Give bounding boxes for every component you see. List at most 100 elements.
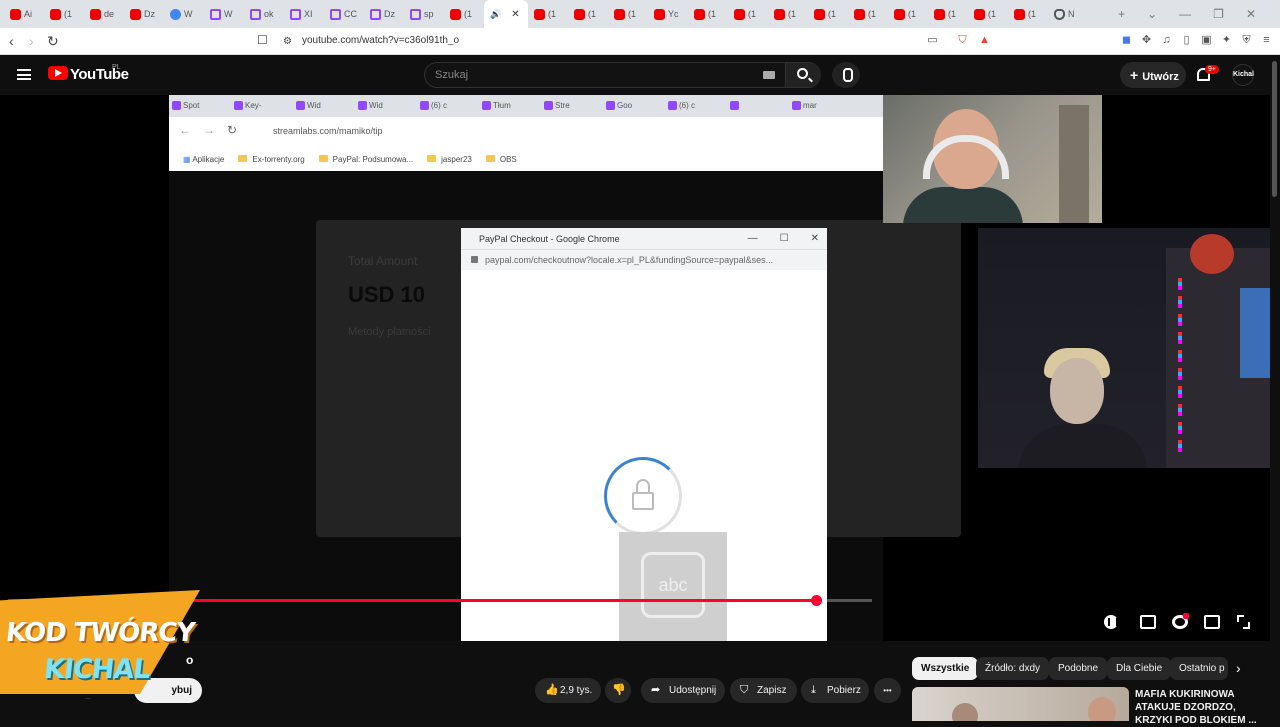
sidebar-icon[interactable]: ▯ [1180, 34, 1193, 47]
browser-tab[interactable]: Dz [124, 0, 164, 28]
browser-tab[interactable]: de [84, 0, 124, 28]
browser-tab[interactable]: Dz [364, 0, 404, 28]
create-button[interactable]: + Utwórz [1120, 62, 1186, 88]
browser-tab[interactable]: Yc [648, 0, 688, 28]
inner-tab: (6) c [417, 95, 479, 117]
minimize-icon[interactable]: — [1179, 7, 1191, 21]
dislike-button[interactable]: 👎 [605, 678, 631, 703]
video-player[interactable]: Spot Key- Wid Wid (6) c Tłum Stre Goo (6) c mar ←… [0, 95, 1270, 641]
keyboard-icon[interactable] [763, 71, 775, 79]
bookmark-icon[interactable]: ☐ [257, 33, 268, 47]
speaker-favicon-icon: 🔊 [490, 8, 502, 19]
browser-tab[interactable]: (1 [808, 0, 848, 28]
browser-tab[interactable]: W [164, 0, 204, 28]
background-door [1059, 105, 1089, 223]
back-icon[interactable]: ‹ [9, 33, 14, 49]
subtitles-icon[interactable] [1140, 615, 1156, 629]
browser-tab[interactable]: (1 [44, 0, 84, 28]
browser-tab[interactable]: W [204, 0, 244, 28]
tab-search-icon[interactable]: ⌄ [1147, 7, 1157, 21]
save-button[interactable]: ⛉ Zapisz [730, 678, 797, 703]
inner-back-icon: ← [179, 123, 191, 137]
browser-tab[interactable]: sp [404, 0, 444, 28]
chip-for-you[interactable]: Dla Ciebie [1107, 657, 1172, 680]
scrollbar-thumb[interactable] [1272, 61, 1277, 197]
lock-body [632, 492, 654, 510]
maximize-icon[interactable]: ❐ [1213, 7, 1224, 21]
browser-tab[interactable]: (1 [728, 0, 768, 28]
download-button[interactable]: ⤓ Pobierz [801, 678, 869, 703]
inner-bookmark: Ex-torrenty.org [238, 154, 305, 164]
more-actions-button[interactable]: ••• [874, 678, 901, 703]
page-scrollbar[interactable] [1270, 55, 1280, 720]
avatar[interactable]: Kichal [1232, 64, 1254, 86]
site-info-icon[interactable]: ⚙ [283, 36, 292, 47]
search-icon [797, 68, 808, 79]
browser-tab-strip: Ai (1 de Dz W Wok XI CC Dz sp (1 🔊 ✕ (1 (1 (1 Yc (1 (1 (1 (1… [0, 0, 1280, 28]
new-tab-button[interactable]: + [1118, 7, 1125, 21]
browser-tab[interactable]: (1 [608, 0, 648, 28]
browser-tab[interactable]: (1 [968, 0, 1008, 28]
brave-shield-icon[interactable]: ⛉ [956, 34, 969, 47]
browser-tab[interactable]: CC [324, 0, 364, 28]
extensions-icon[interactable]: ✥ [1140, 34, 1153, 47]
twitch-favicon-icon [250, 8, 261, 20]
menu-icon[interactable]: ≡ [1260, 34, 1273, 47]
music-icon[interactable]: ♫ [1160, 34, 1173, 47]
tab-title: (1 [628, 9, 637, 19]
inner-bookmark: PayPal: Podsumowa... [318, 154, 413, 164]
cast-icon[interactable]: ▭ [926, 34, 939, 47]
browser-tab[interactable]: (1 [768, 0, 808, 28]
miniplayer-icon[interactable] [1204, 615, 1220, 629]
rewards-icon[interactable]: ▲ [978, 34, 991, 47]
tab-title: Yc [668, 9, 679, 19]
search-input[interactable]: Szukaj [435, 69, 468, 81]
browser-tab[interactable]: Ai [4, 0, 44, 28]
url-field[interactable]: youtube.com/watch?v=c36ol91th_o [302, 35, 459, 46]
chip-source[interactable]: Źródło: dxdy [976, 657, 1050, 680]
tab-title: (1 [64, 9, 73, 19]
like-button[interactable]: 👍 2,9 tys. [535, 678, 601, 703]
autoplay-toggle[interactable] [1104, 615, 1118, 629]
recommended-title[interactable]: MAFIA KUKIRINOWA ATAKUJE DZORDZO, KRZYKI… [1135, 688, 1270, 727]
vpn-icon[interactable]: ⛨ [1240, 34, 1253, 47]
fullscreen-icon[interactable] [1237, 615, 1244, 622]
share-button[interactable]: ➦ Udostępnij [641, 678, 725, 703]
download-label: Pobierz [827, 685, 861, 696]
browser-tab[interactable]: (1 [688, 0, 728, 28]
browser-tab[interactable]: (1 [528, 0, 568, 28]
browser-tab[interactable]: (1 [928, 0, 968, 28]
chip-all[interactable]: Wszystkie [912, 657, 979, 680]
browser-tab[interactable]: (1 [568, 0, 608, 28]
close-window-icon[interactable]: ✕ [1246, 7, 1256, 21]
ai-icon[interactable]: ✦ [1220, 34, 1233, 47]
wallet-icon[interactable]: ▣ [1200, 34, 1213, 47]
browser-tab[interactable]: XI [284, 0, 324, 28]
thumbs-up-icon: 👍 [545, 684, 559, 696]
chip-recent[interactable]: Ostatnio p [1170, 657, 1228, 680]
chip-related[interactable]: Podobne [1049, 657, 1108, 680]
figure [1240, 288, 1270, 378]
forward-icon[interactable]: › [29, 33, 34, 49]
browser-tab[interactable]: (1 [848, 0, 888, 28]
browser-tab[interactable]: (1 [888, 0, 928, 28]
browser-tab[interactable]: 🔊 ✕ [484, 0, 528, 28]
progress-scrubber[interactable] [810, 595, 822, 606]
inner-tab: Stre [541, 95, 603, 117]
fullscreen-icon-part[interactable] [1243, 622, 1250, 629]
hamburger-menu-icon[interactable] [17, 69, 31, 80]
voice-search-icon[interactable] [832, 62, 860, 88]
close-tab-icon[interactable]: ✕ [511, 9, 519, 20]
search-box[interactable]: Szukaj [424, 62, 821, 88]
browser-tab[interactable]: N [1048, 0, 1088, 28]
recommended-thumbnail[interactable] [912, 687, 1129, 721]
reload-icon[interactable]: ↻ [47, 33, 59, 50]
youtube-favicon-icon [974, 8, 985, 20]
browser-tab[interactable]: ok [244, 0, 284, 28]
translate-icon[interactable]: ◼ [1120, 34, 1133, 47]
youtube-logo-icon[interactable] [48, 66, 68, 80]
browser-tab[interactable]: (1 [1008, 0, 1048, 28]
search-button[interactable] [785, 63, 821, 87]
chevron-right-icon[interactable]: › [1236, 660, 1241, 676]
browser-tab[interactable]: (1 [444, 0, 484, 28]
